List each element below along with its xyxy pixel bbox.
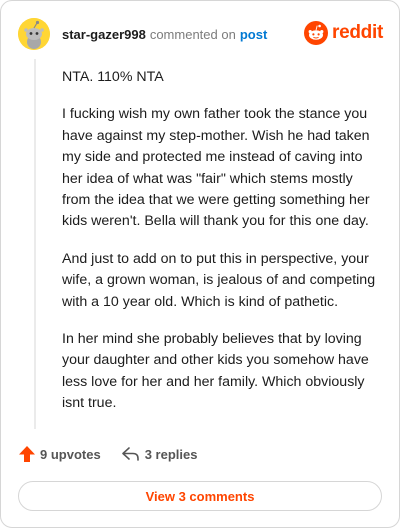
comment-paragraph: I fucking wish my own father took the st… xyxy=(62,106,370,230)
upvote-button[interactable]: 9 upvotes xyxy=(18,445,101,463)
comment-paragraph: In her mind she probably believes that b… xyxy=(62,331,369,412)
view-comments-button[interactable]: View 3 comments xyxy=(18,481,382,511)
post-link[interactable]: post xyxy=(240,27,267,42)
reddit-wordmark: reddit xyxy=(332,22,383,43)
comment-header: star-gazer998 commented on post xyxy=(18,18,267,50)
username-link[interactable]: star-gazer998 xyxy=(62,27,146,42)
thread-line[interactable] xyxy=(34,59,36,429)
upvote-count: 9 upvotes xyxy=(40,446,101,462)
commented-on-label: commented on xyxy=(149,26,236,42)
comment-paragraph: And just to add on to put this in perspe… xyxy=(62,250,376,310)
view-comments-label: View 3 comments xyxy=(145,488,255,504)
reply-button[interactable]: 3 replies xyxy=(121,445,198,463)
comment-meta: star-gazer998 commented on post xyxy=(62,27,267,42)
reddit-logo[interactable]: reddit xyxy=(304,21,383,45)
comment-body: NTA. 110% NTA I fucking wish my own fath… xyxy=(62,67,377,431)
reply-count: 3 replies xyxy=(144,446,198,462)
comment-card: star-gazer998 commented on post reddit N… xyxy=(0,0,400,528)
comment-paragraph: NTA. 110% NTA xyxy=(62,69,164,85)
upvote-arrow-icon xyxy=(19,446,35,462)
comment-actions: 9 upvotes 3 replies xyxy=(18,445,217,463)
avatar[interactable] xyxy=(18,18,50,50)
snoo-avatar-icon xyxy=(18,18,50,50)
reddit-snoo-icon xyxy=(304,21,329,45)
reply-arrow-icon xyxy=(121,447,139,461)
